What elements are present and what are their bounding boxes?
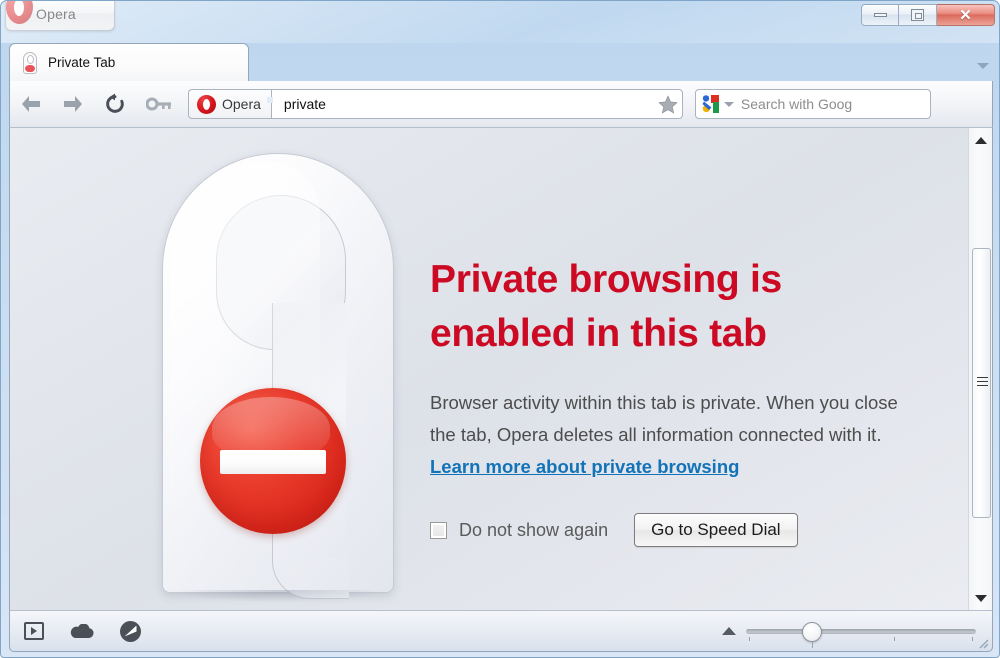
maximize-icon <box>911 9 924 21</box>
site-identity-badge[interactable]: Opera <box>188 89 271 119</box>
panel-toggle-button[interactable] <box>10 611 58 651</box>
scrollbar-grip-icon <box>977 377 988 386</box>
zoom-menu-button[interactable] <box>712 614 746 648</box>
page-description: Browser activity within this tab is priv… <box>430 387 900 483</box>
chevron-down-icon[interactable] <box>977 63 989 69</box>
page-content: Private browsing is enabled in this tab … <box>430 253 900 547</box>
tab-bar: Private Tab <box>1 41 999 112</box>
scroll-up-button[interactable] <box>969 128 992 152</box>
url-input[interactable]: private <box>270 89 683 119</box>
resize-grip-icon[interactable] <box>975 635 989 649</box>
scroll-down-arrow-icon <box>975 594 987 602</box>
maximize-button[interactable] <box>899 4 937 26</box>
learn-more-link[interactable]: Learn more about private browsing <box>430 456 739 477</box>
zoom-slider-handle[interactable] <box>802 622 822 648</box>
chevron-down-icon[interactable] <box>723 101 734 107</box>
back-button[interactable] <box>10 84 52 124</box>
scroll-down-button[interactable] <box>969 586 992 610</box>
status-bar <box>9 610 993 652</box>
zoom-tick <box>894 637 895 641</box>
scroll-up-arrow-icon <box>975 136 987 144</box>
browser-window: Opera ✕ Private Tab Opera private Search… <box>0 0 1000 658</box>
page-viewport: Private browsing is enabled in this tab … <box>9 128 993 610</box>
private-tab-icon <box>20 51 40 74</box>
zoom-controls <box>712 614 992 648</box>
go-to-speed-dial-button[interactable]: Go to Speed Dial <box>634 513 798 547</box>
page-actions: Do not show again Go to Speed Dial <box>430 513 900 547</box>
search-input[interactable]: Search with Goog <box>694 89 931 119</box>
cloud-icon <box>70 623 94 638</box>
vertical-scrollbar[interactable] <box>968 128 992 610</box>
tab-title: Private Tab <box>48 55 116 70</box>
key-icon <box>146 97 171 111</box>
navigation-toolbar: Opera private Search with Goog <box>9 81 993 128</box>
opera-menu-label: Opera <box>36 5 76 22</box>
hanger-shadow <box>174 590 384 602</box>
description-text: Browser activity within this tab is priv… <box>430 392 898 445</box>
gauge-icon <box>119 620 141 642</box>
opera-logo-icon-small <box>197 94 216 114</box>
door-hanger-illustration <box>162 153 394 602</box>
zoom-tick <box>972 637 973 641</box>
forward-button[interactable] <box>52 84 94 124</box>
badge-label: Opera <box>222 96 261 112</box>
forward-arrow-icon <box>64 96 82 112</box>
do-not-show-again-checkbox[interactable] <box>430 521 447 539</box>
google-icon[interactable] <box>702 94 719 114</box>
zoom-slider[interactable] <box>746 617 976 648</box>
close-button[interactable]: ✕ <box>937 4 995 26</box>
search-placeholder: Search with Goog <box>740 96 853 112</box>
close-icon: ✕ <box>959 6 972 24</box>
speed-dial-button[interactable] <box>106 611 154 651</box>
password-manager-button[interactable] <box>136 84 182 124</box>
window-controls: ✕ <box>861 4 995 26</box>
minimize-button[interactable] <box>861 4 899 26</box>
back-arrow-icon <box>22 96 40 112</box>
zoom-tick <box>749 637 750 641</box>
panel-toggle-icon <box>24 622 44 640</box>
minimize-icon <box>873 13 887 17</box>
title-bar: Opera ✕ <box>1 1 999 41</box>
tab-private-tab[interactable]: Private Tab <box>9 43 249 81</box>
zoom-popup-arrow-icon <box>722 627 736 635</box>
private-browsing-page: Private browsing is enabled in this tab … <box>10 128 970 610</box>
reload-icon <box>106 93 124 113</box>
reload-button[interactable] <box>94 84 136 124</box>
url-value: private <box>283 96 326 112</box>
star-icon[interactable] <box>658 95 678 114</box>
opera-logo-icon <box>5 1 35 26</box>
do-not-enter-icon <box>200 388 346 534</box>
address-bar: Opera private <box>188 89 683 119</box>
zoom-slider-track <box>746 629 976 634</box>
opera-link-button[interactable] <box>58 611 106 651</box>
scrollbar-thumb[interactable] <box>972 248 991 518</box>
page-title: Private browsing is enabled in this tab <box>430 258 782 355</box>
do-not-show-again-label: Do not show again <box>459 519 609 540</box>
